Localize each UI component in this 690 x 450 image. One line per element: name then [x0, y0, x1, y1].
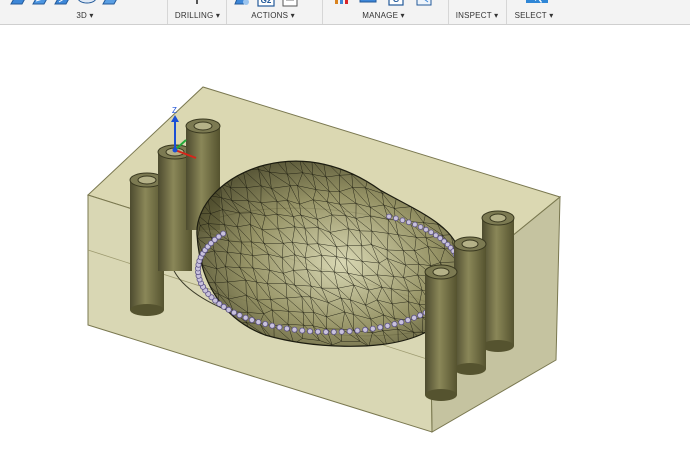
toolpath-bead — [399, 217, 406, 224]
toolpath-bead — [386, 213, 392, 220]
toolpath-bead — [346, 328, 353, 335]
toolpath-bead — [236, 312, 243, 319]
toolpath-bead — [299, 327, 306, 334]
toolpath-bead — [276, 324, 283, 331]
toolpath-bead — [393, 215, 399, 222]
toolpath-bead — [330, 328, 337, 335]
toolpath-bead — [314, 328, 321, 335]
toolpath-bead — [417, 224, 424, 230]
toolpath-bead — [377, 324, 384, 331]
toolpath-bead — [338, 328, 345, 335]
toolpath-bead — [230, 309, 237, 316]
toolpath-bead — [412, 221, 418, 228]
toolpath-bead — [411, 314, 418, 321]
toolpath-bead — [417, 312, 424, 319]
toolpath-bead — [225, 306, 232, 313]
toolpath-bead — [248, 316, 255, 323]
fixture-pin[interactable] — [453, 236, 487, 375]
toolpath-bead — [423, 226, 429, 233]
z-axis-label: Z — [172, 106, 177, 115]
toolpath-bead — [362, 326, 369, 333]
toolpath-bead — [384, 322, 391, 329]
fixture-pin[interactable] — [481, 210, 515, 352]
fixture-pin[interactable] — [424, 264, 458, 401]
toolpath-bead — [405, 219, 412, 226]
toolpath-bead — [269, 322, 276, 329]
toolpath-bead — [283, 325, 290, 332]
toolpath-bead — [255, 319, 262, 326]
toolpath-bead — [432, 232, 439, 239]
toolpath-bead — [354, 327, 361, 334]
toolpath-bead — [262, 320, 269, 327]
toolpath-bead — [428, 229, 434, 236]
toolpath-bead — [291, 326, 298, 333]
model-canvas[interactable]: Z — [0, 0, 690, 450]
3d-viewport[interactable]: Z — [0, 25, 690, 450]
toolpath-bead — [220, 230, 227, 237]
toolpath-bead — [369, 325, 376, 332]
toolpath-bead — [242, 314, 249, 321]
toolpath-bead — [404, 317, 411, 324]
toolpath-bead — [306, 328, 313, 335]
toolpath-bead — [398, 319, 405, 326]
origin-point — [172, 147, 178, 153]
toolpath-bead — [391, 321, 398, 328]
toolpath-bead — [322, 328, 329, 335]
